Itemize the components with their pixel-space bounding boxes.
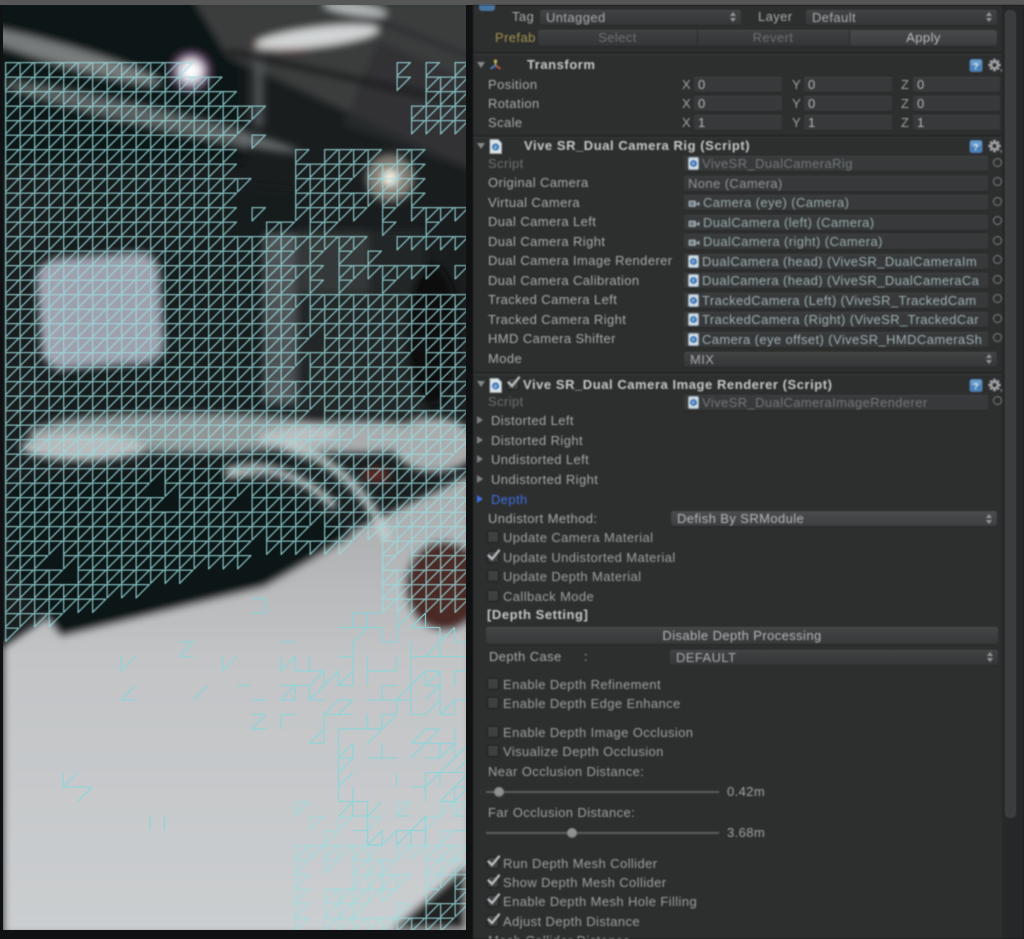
- svg-text:#: #: [692, 162, 696, 168]
- svg-text:#: #: [692, 400, 696, 406]
- svg-text:#: #: [692, 298, 696, 304]
- svg-text:#: #: [692, 279, 696, 285]
- svg-text:?: ?: [973, 62, 979, 72]
- svg-text:#: #: [494, 383, 498, 390]
- svg-text:#: #: [692, 337, 696, 343]
- svg-text:?: ?: [973, 143, 979, 153]
- svg-text:?: ?: [973, 381, 979, 391]
- svg-text:#: #: [692, 318, 696, 324]
- svg-text:#: #: [692, 259, 696, 265]
- svg-text:#: #: [494, 145, 498, 152]
